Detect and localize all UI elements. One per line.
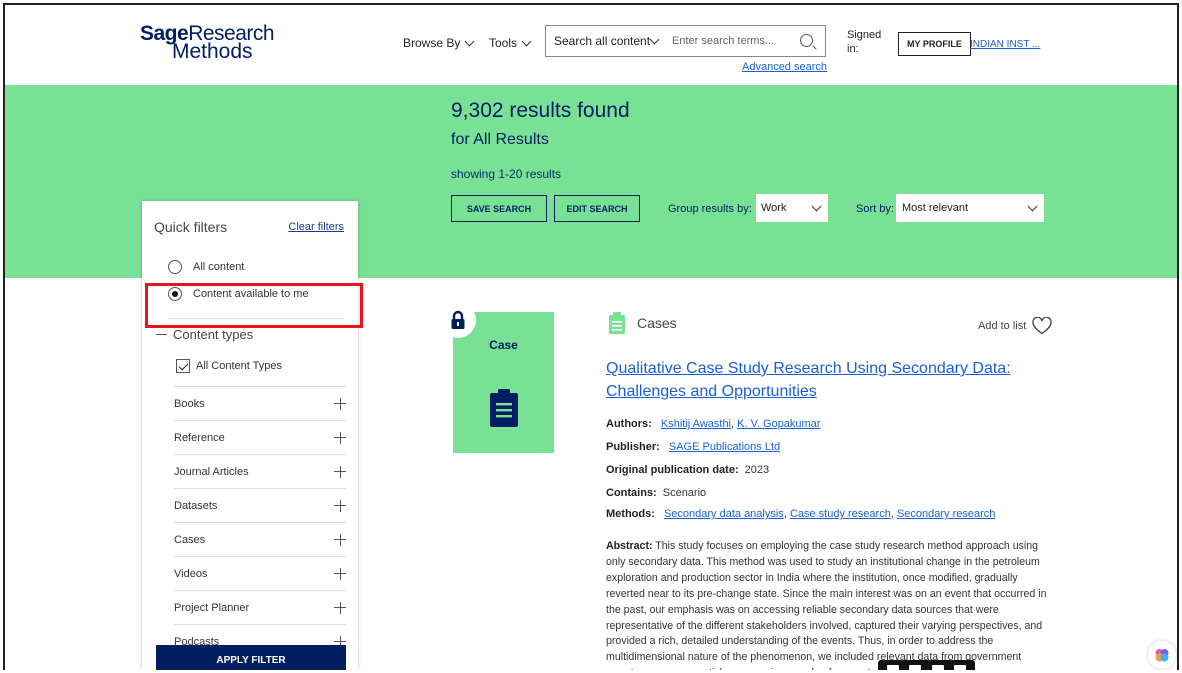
content-type-journal-articles[interactable]: Journal Articles — [174, 454, 346, 488]
clipboard-icon — [490, 389, 518, 427]
publisher-link[interactable]: SAGE Publications Ltd — [669, 441, 780, 453]
clipboard-icon — [609, 312, 625, 334]
gear-icon[interactable] — [953, 665, 966, 670]
results-scope: for All Results — [451, 131, 549, 148]
method-link[interactable]: Case study research — [790, 508, 891, 520]
save-search-button[interactable]: SAVE SEARCH — [451, 195, 547, 222]
result-methods: Methods: Secondary data analysis, Case s… — [606, 508, 996, 520]
plus-icon[interactable] — [334, 601, 346, 614]
content-type-cases[interactable]: Cases — [174, 522, 346, 556]
sort-by-select[interactable]: Most relevant — [896, 194, 1044, 222]
chevron-down-icon — [464, 36, 475, 46]
plus-icon[interactable] — [334, 465, 346, 478]
quick-filters-title: Quick filters — [154, 219, 228, 235]
clear-filters-link[interactable]: Clear filters — [288, 221, 344, 233]
chevron-down-icon — [521, 36, 532, 46]
institution-link[interactable]: INDIAN INST ... — [970, 39, 1040, 50]
radio-all-content[interactable]: All content — [168, 260, 244, 274]
screen-capture-toolbar — [878, 660, 975, 670]
chevron-down-icon — [1027, 201, 1038, 211]
content-type-project-planner[interactable]: Project Planner — [174, 590, 346, 624]
plus-icon[interactable] — [334, 397, 346, 410]
result-abstract: Abstract: This study focuses on employin… — [606, 540, 1047, 670]
method-link[interactable]: Secondary data analysis — [664, 508, 784, 520]
plus-icon[interactable] — [334, 431, 346, 444]
radio-button[interactable] — [168, 260, 182, 274]
apply-filter-button[interactable]: APPLY FILTER — [156, 645, 346, 670]
signed-in-label: Signed in: — [847, 29, 882, 55]
video-icon[interactable] — [909, 665, 922, 670]
content-types-list: Books Reference Journal Articles Dataset… — [174, 386, 346, 658]
brain-assistant-icon[interactable] — [1148, 641, 1176, 669]
result-title-link[interactable]: Qualitative Case Study Research Using Se… — [606, 357, 1026, 403]
content-type-books[interactable]: Books — [174, 386, 346, 420]
content-type-videos[interactable]: Videos — [174, 556, 346, 590]
window-icon[interactable] — [931, 665, 944, 670]
result-authors: Authors: Kshitij Awasthi, K. V. Gopakuma… — [606, 418, 821, 430]
thumbnail-label: Case — [489, 338, 518, 352]
add-to-list-button[interactable]: Add to list — [978, 317, 1052, 335]
plus-icon[interactable] — [334, 533, 346, 546]
quick-filters-panel: Quick filters Clear filters All content … — [142, 201, 358, 670]
annotation-highlight-box — [145, 283, 363, 328]
content-types-toggle[interactable]: Content types — [156, 327, 253, 342]
collapse-icon — [156, 334, 167, 335]
plus-icon[interactable] — [334, 567, 346, 580]
sage-research-methods-logo[interactable]: SageResearch Methods — [140, 23, 275, 62]
browser-viewport: SageResearch Methods Browse By Tools Sea… — [3, 3, 1179, 670]
sort-by-label: Sort by: — [856, 203, 894, 215]
camera-icon[interactable] — [887, 665, 900, 670]
edit-search-button[interactable]: EDIT SEARCH — [554, 195, 640, 222]
browse-by-menu[interactable]: Browse By — [403, 36, 475, 50]
chevron-down-icon — [811, 201, 822, 211]
result-type: Cases — [609, 312, 677, 334]
result-contains: Contains: Scenario — [606, 487, 707, 499]
tools-menu[interactable]: Tools — [489, 36, 532, 50]
search-input[interactable]: Enter search terms... — [666, 25, 826, 57]
group-results-select[interactable]: Work — [756, 194, 828, 222]
heart-icon[interactable] — [1032, 317, 1052, 335]
chevron-down-icon — [649, 34, 660, 44]
method-link[interactable]: Secondary research — [897, 508, 995, 520]
result-publisher: Publisher: SAGE Publications Ltd — [606, 441, 781, 453]
results-count: 9,302 results found — [451, 99, 630, 122]
checkbox-checked[interactable] — [176, 359, 190, 373]
search-icon[interactable] — [800, 34, 813, 47]
result-publication-date: Original publication date: 2023 — [606, 464, 770, 476]
content-type-reference[interactable]: Reference — [174, 420, 346, 454]
all-content-types-checkbox[interactable]: All Content Types — [176, 359, 282, 373]
search-scope-select[interactable]: Search all content — [545, 25, 667, 57]
site-header: SageResearch Methods Browse By Tools Sea… — [5, 5, 1177, 85]
content-type-datasets[interactable]: Datasets — [174, 488, 346, 522]
author-link[interactable]: Kshitij Awasthi — [661, 418, 731, 430]
advanced-search-link[interactable]: Advanced search — [742, 61, 827, 73]
plus-icon[interactable] — [334, 499, 346, 512]
lock-icon — [440, 302, 476, 338]
results-range: showing 1-20 results — [451, 167, 562, 181]
author-link[interactable]: K. V. Gopakumar — [737, 418, 820, 430]
group-results-label: Group results by: — [668, 203, 752, 215]
my-profile-button[interactable]: MY PROFILE — [898, 32, 971, 56]
